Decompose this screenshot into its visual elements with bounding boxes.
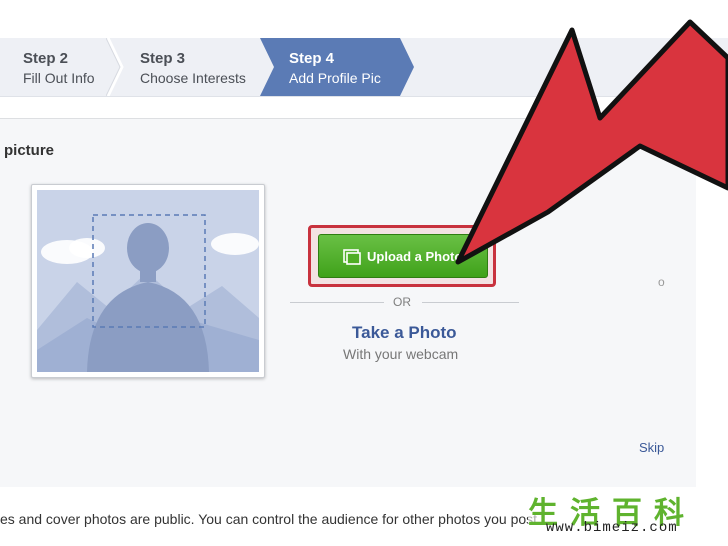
steps-divider (0, 96, 728, 97)
take-photo-link[interactable]: Take a Photo (352, 323, 457, 343)
watermark: 生活百科 www.bimeiz.com (528, 488, 728, 546)
step-4-number: Step 4 (289, 50, 335, 67)
or-label: OR (393, 295, 411, 309)
step-4-add-profile-pic-active[interactable]: Step 4 Add Profile Pic (260, 38, 414, 96)
privacy-notice: es and cover photos are public. You can … (0, 511, 541, 527)
step-3-label: Choose Interests (140, 70, 246, 86)
signup-steps-bar: Step 2 Fill Out Info Step 3 Choose Inter… (0, 38, 728, 97)
photo-upload-icon (343, 249, 361, 265)
watermark-url: www.bimeiz.com (546, 520, 678, 536)
skip-link[interactable]: Skip (639, 440, 664, 455)
or-divider-right (422, 302, 519, 303)
step-4-label: Add Profile Pic (289, 70, 381, 86)
upload-photo-button[interactable]: Upload a Photo (318, 234, 488, 278)
take-photo-description: With your webcam (343, 346, 459, 362)
profile-picture-preview (31, 184, 265, 378)
step-2-label: Fill Out Info (23, 70, 95, 86)
step-2-number: Step 2 (23, 50, 69, 67)
default-avatar-silhouette-icon (37, 190, 259, 372)
top-strip (0, 0, 728, 22)
step-3-number: Step 3 (140, 50, 186, 67)
step-3-choose-interests[interactable]: Step 3 Choose Interests (122, 38, 262, 96)
section-title: picture (4, 142, 55, 159)
upload-photo-label: Upload a Photo (367, 249, 463, 264)
or-divider-left (290, 302, 384, 303)
step-2-fill-out-info[interactable]: Step 2 Fill Out Info (0, 38, 120, 96)
right-edge-text: o (658, 275, 665, 289)
